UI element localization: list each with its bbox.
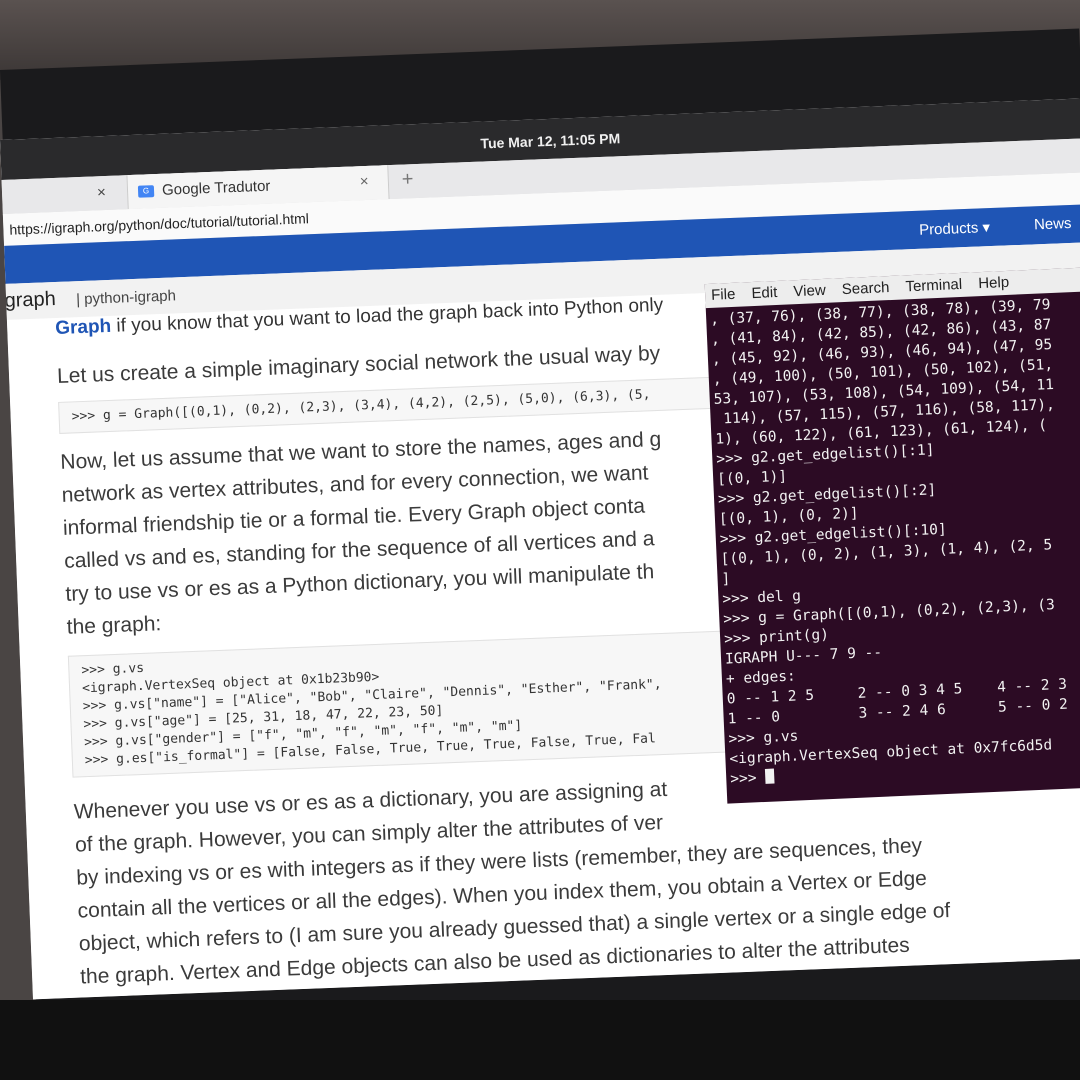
google-translate-icon: G	[137, 185, 155, 198]
nav-products-menu[interactable]: Products ▾	[919, 218, 991, 239]
menu-edit[interactable]: Edit	[751, 284, 778, 302]
terminal-prompt: >>>	[729, 769, 766, 788]
breadcrumb-brand[interactable]: igraph	[0, 288, 56, 313]
tab-close-icon[interactable]: ×	[360, 173, 369, 190]
terminal-window[interactable]: File Edit View Search Terminal Help , (3…	[704, 266, 1080, 804]
new-tab-button[interactable]: +	[401, 168, 414, 191]
laptop-screen: Tue Mar 12, 11:05 PM × G Google Tradutor…	[0, 98, 1080, 1000]
system-clock[interactable]: Tue Mar 12, 11:05 PM	[480, 130, 620, 151]
terminal-output[interactable]: , (37, 76), (38, 77), (38, 78), (39, 79 …	[710, 293, 1080, 790]
url-text[interactable]: https://igraph.org/python/doc/tutorial/t…	[9, 210, 309, 237]
menu-search[interactable]: Search	[841, 279, 889, 298]
breadcrumb-section[interactable]: | python-igraph	[76, 287, 176, 308]
nav-news-link[interactable]: News	[1034, 215, 1072, 233]
menu-view[interactable]: View	[793, 282, 826, 300]
menu-help[interactable]: Help	[978, 274, 1010, 292]
menu-file[interactable]: File	[711, 286, 736, 304]
close-icon[interactable]: ×	[97, 184, 106, 201]
tab-title: Google Tradutor	[161, 177, 271, 199]
laptop-bottom-bezel	[0, 1000, 1080, 1080]
terminal-cursor	[764, 768, 775, 784]
menu-terminal[interactable]: Terminal	[905, 276, 962, 295]
